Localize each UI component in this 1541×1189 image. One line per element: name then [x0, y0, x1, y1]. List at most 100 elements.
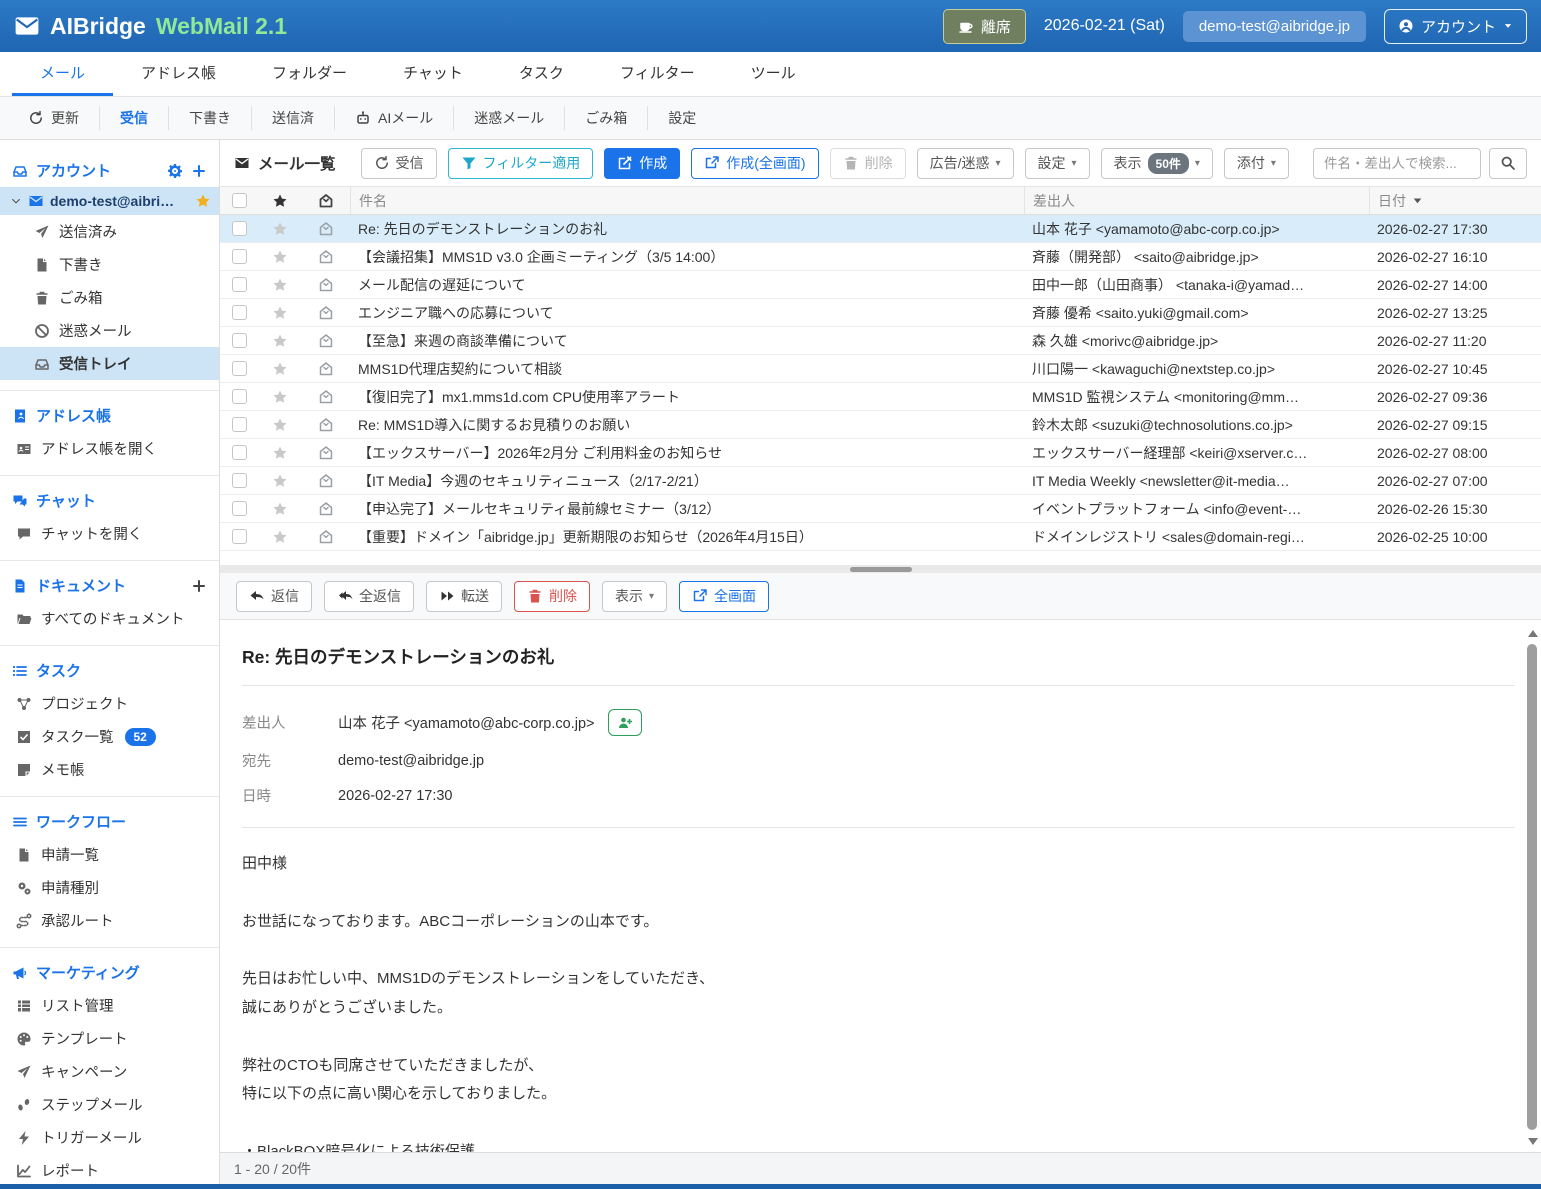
- sidebar-step-mail[interactable]: ステップメール: [0, 1088, 219, 1121]
- receive-button[interactable]: 受信: [361, 148, 437, 179]
- unread-envelope-icon[interactable]: [318, 417, 334, 433]
- search-input[interactable]: [1313, 148, 1481, 179]
- delete-button[interactable]: 削除: [830, 148, 906, 179]
- star-icon[interactable]: [272, 361, 288, 377]
- mail-row[interactable]: メール配信の遅延について 田中一郎（山田商事） <tanaka-i@yamad……: [220, 271, 1541, 299]
- unread-envelope-icon[interactable]: [318, 249, 334, 265]
- mail-row[interactable]: Re: 先日のデモンストレーションのお礼 山本 花子 <yamamoto@abc…: [220, 215, 1541, 243]
- unread-envelope-icon[interactable]: [318, 529, 334, 545]
- mail-row[interactable]: 【エックスサーバー】2026年2月分 ご利用料金のお知らせ エックスサーバー経理…: [220, 439, 1541, 467]
- spam-dropdown-button[interactable]: 広告/迷惑▾: [917, 148, 1014, 179]
- tab-tools[interactable]: ツール: [723, 52, 824, 96]
- sidebar-list-management[interactable]: リスト管理: [0, 989, 219, 1022]
- mail-row[interactable]: 【会議招集】MMS1D v3.0 企画ミーティング（3/5 14:00） 斉藤（…: [220, 243, 1541, 271]
- add-account-button[interactable]: [191, 163, 207, 179]
- mail-row[interactable]: 【至急】来週の商談準備について 森 久雄 <morivc@aibridge.jp…: [220, 327, 1541, 355]
- sidebar-account-item[interactable]: demo-test@aibri…: [0, 187, 219, 215]
- star-icon[interactable]: [272, 277, 288, 293]
- add-document-button[interactable]: [191, 578, 207, 594]
- unread-envelope-icon[interactable]: [318, 445, 334, 461]
- tab-addressbook[interactable]: アドレス帳: [113, 52, 244, 96]
- sidebar-folder-sent[interactable]: 送信済み: [0, 215, 219, 248]
- star-icon[interactable]: [272, 389, 288, 405]
- mail-row[interactable]: 【復旧完了】mx1.mms1d.com CPU使用率アラート MMS1D 監視シ…: [220, 383, 1541, 411]
- chevron-down-icon[interactable]: [10, 195, 22, 207]
- column-header-date[interactable]: 日付: [1369, 187, 1541, 214]
- sidebar-all-documents[interactable]: すべてのドキュメント: [0, 602, 219, 635]
- row-checkbox[interactable]: [232, 417, 247, 432]
- attachment-dropdown-button[interactable]: 添付▾: [1224, 148, 1289, 179]
- unread-envelope-icon[interactable]: [318, 277, 334, 293]
- sidebar-folder-drafts[interactable]: 下書き: [0, 248, 219, 281]
- row-checkbox[interactable]: [232, 333, 247, 348]
- subnav-refresh[interactable]: 更新: [8, 106, 100, 130]
- row-checkbox[interactable]: [232, 529, 247, 544]
- sidebar-reports[interactable]: レポート: [0, 1154, 219, 1184]
- row-checkbox[interactable]: [232, 277, 247, 292]
- subnav-trash[interactable]: ごみ箱: [565, 106, 648, 130]
- sidebar-notes[interactable]: メモ帳: [0, 753, 219, 786]
- reply-all-button[interactable]: 全返信: [324, 581, 414, 612]
- scrollbar-down-arrow[interactable]: [1526, 1134, 1539, 1148]
- unread-envelope-icon[interactable]: [318, 389, 334, 405]
- mail-row[interactable]: Re: MMS1D導入に関するお見積りのお願い 鈴木太郎 <suzuki@tec…: [220, 411, 1541, 439]
- subnav-settings[interactable]: 設定: [648, 106, 716, 130]
- unread-envelope-icon[interactable]: [318, 333, 334, 349]
- forward-button[interactable]: 転送: [426, 581, 502, 612]
- star-icon[interactable]: [272, 221, 288, 237]
- star-icon[interactable]: [272, 333, 288, 349]
- star-icon[interactable]: [272, 417, 288, 433]
- favorite-star-icon[interactable]: [195, 193, 211, 209]
- message-delete-button[interactable]: 削除: [514, 581, 590, 612]
- sidebar-task-list[interactable]: タスク一覧 52: [0, 720, 219, 753]
- view-dropdown-button[interactable]: 表示▾: [602, 581, 667, 612]
- sidebar-campaigns[interactable]: キャンペーン: [0, 1055, 219, 1088]
- add-contact-button[interactable]: [608, 709, 642, 736]
- subnav-ai-mail[interactable]: AIメール: [335, 106, 454, 130]
- star-icon[interactable]: [272, 473, 288, 489]
- sidebar-open-addressbook[interactable]: アドレス帳を開く: [0, 432, 219, 465]
- row-checkbox[interactable]: [232, 473, 247, 488]
- row-checkbox[interactable]: [232, 445, 247, 460]
- mail-row[interactable]: MMS1D代理店契約について相談 川口陽一 <kawaguchi@nextste…: [220, 355, 1541, 383]
- row-checkbox[interactable]: [232, 305, 247, 320]
- unread-envelope-icon[interactable]: [318, 473, 334, 489]
- mail-row[interactable]: 【IT Media】今週のセキュリティニュース（2/17-2/21） IT Me…: [220, 467, 1541, 495]
- account-menu-button[interactable]: アカウント: [1384, 9, 1527, 44]
- star-icon[interactable]: [272, 529, 288, 545]
- row-checkbox[interactable]: [232, 221, 247, 236]
- unread-envelope-icon[interactable]: [318, 361, 334, 377]
- reply-button[interactable]: 返信: [236, 581, 312, 612]
- apply-filter-button[interactable]: フィルター適用: [448, 148, 594, 179]
- compose-fullscreen-button[interactable]: 作成(全画面): [691, 148, 818, 179]
- sidebar-application-list[interactable]: 申請一覧: [0, 838, 219, 871]
- mail-row[interactable]: 【申込完了】メールセキュリティ最前線セミナー（3/12） イベントプラットフォー…: [220, 495, 1541, 523]
- star-icon[interactable]: [272, 445, 288, 461]
- sidebar-folder-inbox[interactable]: 受信トレイ: [0, 347, 219, 380]
- sidebar-open-chat[interactable]: チャットを開く: [0, 517, 219, 550]
- row-checkbox[interactable]: [232, 501, 247, 516]
- fullscreen-button[interactable]: 全画面: [679, 581, 769, 612]
- mail-row[interactable]: 【重要】ドメイン「aibridge.jp」更新期限のお知らせ（2026年4月15…: [220, 523, 1541, 551]
- row-checkbox[interactable]: [232, 249, 247, 264]
- row-checkbox[interactable]: [232, 361, 247, 376]
- unread-envelope-icon[interactable]: [318, 501, 334, 517]
- tab-chat[interactable]: チャット: [375, 52, 491, 96]
- sidebar-approval-route[interactable]: 承認ルート: [0, 904, 219, 937]
- sidebar-folder-spam[interactable]: 迷惑メール: [0, 314, 219, 347]
- select-all-checkbox[interactable]: [232, 193, 247, 208]
- subnav-sent[interactable]: 送信済: [252, 106, 335, 130]
- subnav-spam[interactable]: 迷惑メール: [454, 106, 565, 130]
- sidebar-folder-trash[interactable]: ごみ箱: [0, 281, 219, 314]
- tab-tasks[interactable]: タスク: [491, 52, 592, 96]
- sidebar-trigger-mail[interactable]: トリガーメール: [0, 1121, 219, 1154]
- scrollbar-thumb[interactable]: [1527, 644, 1537, 1130]
- compose-button[interactable]: 作成: [604, 148, 680, 179]
- subnav-inbox[interactable]: 受信: [100, 106, 169, 130]
- subnav-drafts[interactable]: 下書き: [169, 106, 252, 130]
- splitter-drag-handle[interactable]: [850, 567, 912, 572]
- view-count-dropdown-button[interactable]: 表示 50件 ▾: [1101, 148, 1213, 179]
- star-icon[interactable]: [272, 305, 288, 321]
- away-button[interactable]: 離席: [943, 9, 1026, 44]
- star-icon[interactable]: [272, 501, 288, 517]
